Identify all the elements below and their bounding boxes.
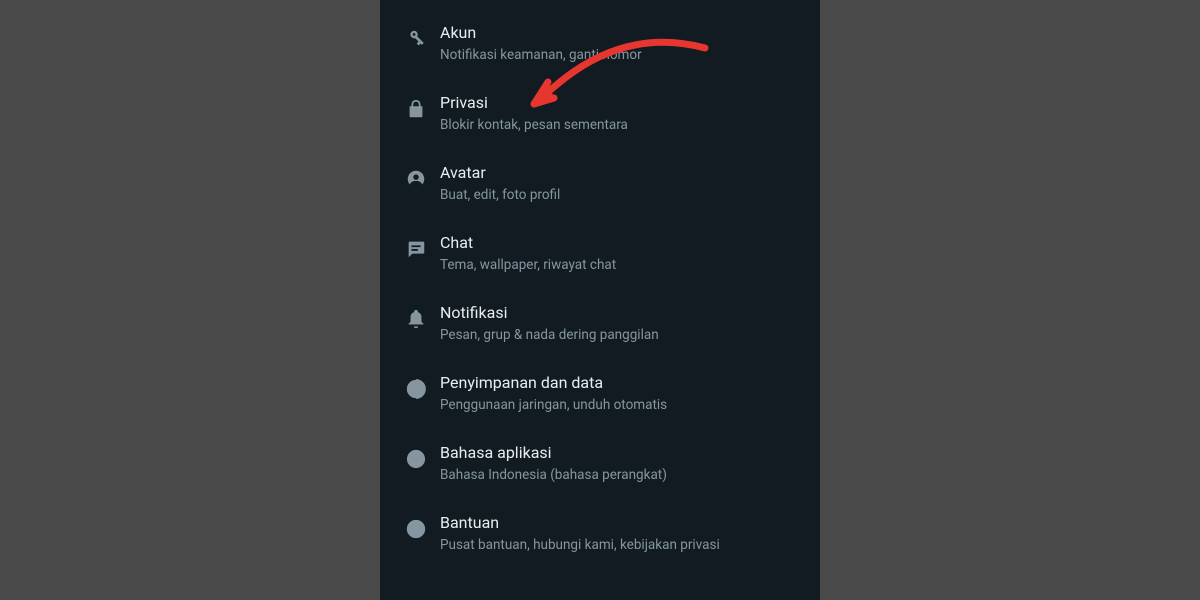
item-title: Bahasa aplikasi xyxy=(440,442,800,464)
item-title: Bantuan xyxy=(440,512,800,534)
item-title: Privasi xyxy=(440,92,800,114)
lock-icon xyxy=(392,92,440,120)
settings-item-avatar[interactable]: Avatar Buat, edit, foto profil xyxy=(380,148,820,218)
item-subtitle: Pusat bantuan, hubungi kami, kebijakan p… xyxy=(440,536,800,554)
settings-item-notifikasi[interactable]: Notifikasi Pesan, grup & nada dering pan… xyxy=(380,288,820,358)
item-title: Penyimpanan dan data xyxy=(440,372,800,394)
item-text: Privasi Blokir kontak, pesan sementara xyxy=(440,92,800,134)
settings-item-akun[interactable]: Akun Notifikasi keamanan, ganti nomor xyxy=(380,8,820,78)
chat-icon xyxy=(392,232,440,260)
item-title: Chat xyxy=(440,232,800,254)
settings-item-privasi[interactable]: Privasi Blokir kontak, pesan sementara xyxy=(380,78,820,148)
globe-icon xyxy=(392,442,440,470)
item-text: Notifikasi Pesan, grup & nada dering pan… xyxy=(440,302,800,344)
help-icon xyxy=(392,512,440,540)
item-subtitle: Blokir kontak, pesan sementara xyxy=(440,116,800,134)
item-title: Avatar xyxy=(440,162,800,184)
item-title: Notifikasi xyxy=(440,302,800,324)
item-subtitle: Bahasa Indonesia (bahasa perangkat) xyxy=(440,466,800,484)
settings-item-penyimpanan[interactable]: Penyimpanan dan data Penggunaan jaringan… xyxy=(380,358,820,428)
settings-item-bahasa[interactable]: Bahasa aplikasi Bahasa Indonesia (bahasa… xyxy=(380,428,820,498)
item-subtitle: Buat, edit, foto profil xyxy=(440,186,800,204)
settings-screen: Akun Notifikasi keamanan, ganti nomor Pr… xyxy=(380,0,820,600)
item-subtitle: Notifikasi keamanan, ganti nomor xyxy=(440,46,800,64)
item-subtitle: Tema, wallpaper, riwayat chat xyxy=(440,256,800,274)
settings-item-chat[interactable]: Chat Tema, wallpaper, riwayat chat xyxy=(380,218,820,288)
key-icon xyxy=(392,22,440,50)
item-title: Akun xyxy=(440,22,800,44)
item-subtitle: Pesan, grup & nada dering panggilan xyxy=(440,326,800,344)
item-text: Akun Notifikasi keamanan, ganti nomor xyxy=(440,22,800,64)
item-text: Chat Tema, wallpaper, riwayat chat xyxy=(440,232,800,274)
item-text: Avatar Buat, edit, foto profil xyxy=(440,162,800,204)
item-text: Penyimpanan dan data Penggunaan jaringan… xyxy=(440,372,800,414)
item-text: Bahasa aplikasi Bahasa Indonesia (bahasa… xyxy=(440,442,800,484)
bell-icon xyxy=(392,302,440,330)
item-subtitle: Penggunaan jaringan, unduh otomatis xyxy=(440,396,800,414)
item-text: Bantuan Pusat bantuan, hubungi kami, keb… xyxy=(440,512,800,554)
avatar-icon xyxy=(392,162,440,190)
storage-icon xyxy=(392,372,440,400)
settings-item-bantuan[interactable]: Bantuan Pusat bantuan, hubungi kami, keb… xyxy=(380,498,820,568)
